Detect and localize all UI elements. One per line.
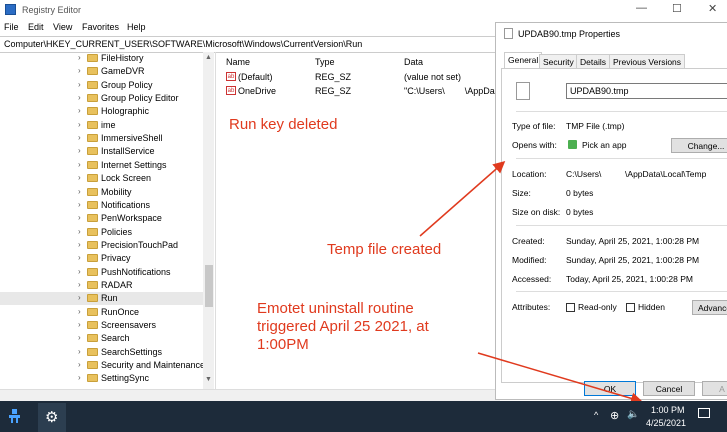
gear-icon: ⚙: [45, 409, 59, 426]
chevron-up-icon[interactable]: ^: [594, 410, 598, 420]
app-taskbar-icon[interactable]: [6, 407, 24, 425]
annotation-arrows: [419, 161, 643, 405]
settings-taskbar-button[interactable]: ⚙: [38, 403, 66, 432]
notification-icon[interactable]: [698, 408, 710, 418]
globe-icon[interactable]: ⊕: [610, 409, 619, 422]
arrow-temp-file: [419, 161, 506, 237]
volume-icon[interactable]: 🔈: [627, 409, 639, 420]
clock-date[interactable]: 4/25/2021: [646, 418, 686, 428]
clock-time[interactable]: 1:00 PM: [651, 405, 685, 415]
taskbar: ⚙ ^ ⊕ 🔈 1:00 PM 4/25/2021: [0, 401, 727, 432]
arrow-clock: [477, 352, 643, 405]
